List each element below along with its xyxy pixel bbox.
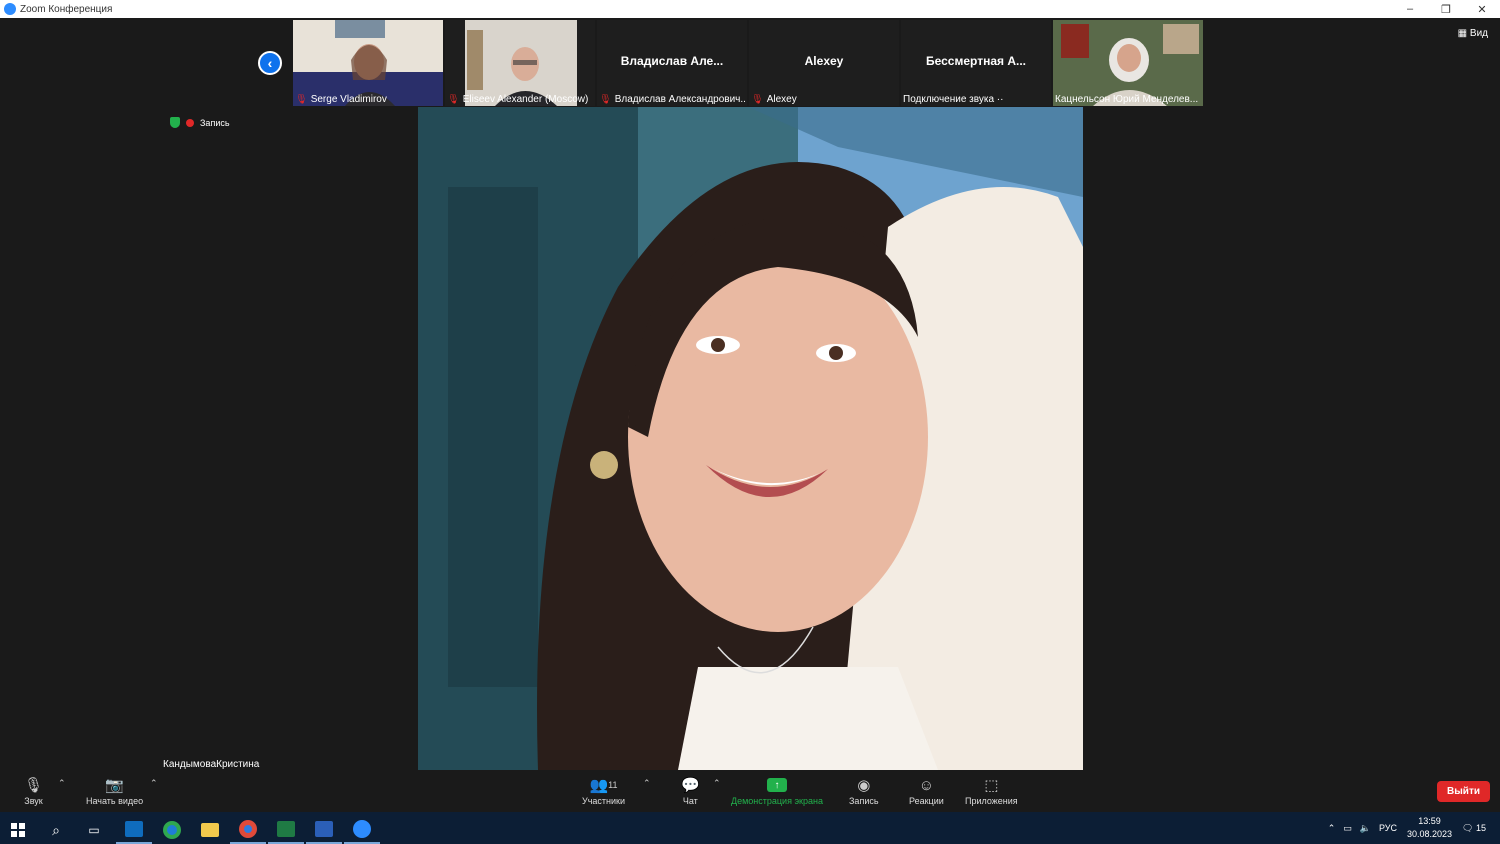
record-button[interactable]: ◉ Запись	[849, 774, 879, 806]
participants-strip: 🎙 Serge Vladimirov 🎙 Eliseev Alexander (Mo…	[293, 20, 1203, 106]
mic-muted-icon: 🎙	[751, 94, 764, 105]
window-title: Zoom Конференция	[20, 3, 113, 15]
audio-button[interactable]: 🎙 Звук	[24, 774, 43, 806]
participant-tile[interactable]: Владислав Але... 🎙 Владислав Александрови…	[597, 20, 747, 106]
share-screen-label: Демонстрация экрана	[731, 796, 823, 806]
excel-app[interactable]	[268, 816, 304, 844]
participant-display-name: Бессмертная А...	[925, 54, 1026, 68]
zoom-icon	[353, 820, 371, 838]
video-label: Начать видео	[86, 796, 144, 806]
edge-icon	[163, 821, 181, 839]
chat-button[interactable]: 💬 Чат	[681, 774, 700, 806]
title-bar: Zoom Конференция – ❐ ✕	[0, 0, 1500, 18]
leave-button[interactable]: Выйти	[1437, 781, 1490, 802]
file-explorer-app[interactable]	[192, 816, 228, 844]
excel-icon	[277, 821, 295, 837]
notifications-count: 15	[1475, 822, 1486, 833]
clock[interactable]: 13:59 30.08.2023	[1407, 815, 1452, 841]
participant-name: Подключение звука ··	[903, 94, 1004, 105]
volume-icon[interactable]: 🔈	[1360, 823, 1371, 834]
speaker-video-frame	[418, 107, 1083, 770]
share-screen-icon: ↑	[766, 778, 787, 792]
chat-icon: 💬	[681, 777, 700, 794]
apps-icon: ⬚	[984, 777, 999, 794]
participants-count: 11	[608, 780, 618, 790]
word-app[interactable]	[306, 816, 342, 844]
chat-label: Чат	[682, 796, 698, 806]
chat-options-caret[interactable]: ⌃	[713, 778, 721, 789]
zoom-app[interactable]	[344, 816, 380, 844]
previous-page-button[interactable]: ‹	[258, 51, 282, 75]
chrome-icon	[239, 820, 257, 838]
participants-icon: 👥	[589, 777, 609, 794]
windows-taskbar: ⌕ ▭ ⌃ ▭ 🔈 РУС 13:59 30.08.2023 🗨 15	[0, 812, 1500, 844]
tray-overflow-icon[interactable]: ⌃	[1328, 823, 1336, 834]
folder-icon	[201, 823, 219, 837]
apps-button[interactable]: ⬚ Приложения	[965, 774, 1018, 806]
mic-muted-icon: 🎙	[599, 94, 612, 105]
outlook-app[interactable]	[116, 816, 152, 844]
notifications-button[interactable]: 🗨 15	[1462, 823, 1486, 834]
active-speaker-video	[418, 107, 1083, 770]
chrome-app[interactable]	[230, 816, 266, 844]
network-icon[interactable]: ▭	[1343, 823, 1352, 834]
system-tray: ⌃ ▭ 🔈 РУС 13:59 30.08.2023 🗨 15	[1328, 812, 1500, 844]
participant-tile[interactable]: 🎙 Eliseev Alexander (Moscow)	[445, 20, 595, 106]
zoom-app-icon	[4, 3, 16, 15]
audio-label: Звук	[24, 796, 43, 806]
restore-button[interactable]: ❐	[1428, 0, 1464, 18]
video-off-icon: 📷	[105, 777, 124, 794]
recording-label: Запись	[200, 117, 230, 128]
share-screen-button[interactable]: ↑ Демонстрация экрана	[731, 774, 823, 806]
participant-tile[interactable]: Кацнельсон Юрий Менделев...	[1053, 20, 1203, 106]
microphone-icon: 🎙	[24, 777, 44, 794]
reactions-label: Реакции	[909, 796, 944, 806]
start-video-button[interactable]: 📷 Начать видео	[86, 774, 143, 806]
windows-logo-icon	[11, 823, 25, 837]
clock-time: 13:59	[1418, 816, 1441, 826]
participants-button[interactable]: 👥 11 Участники	[582, 774, 625, 806]
minimize-button[interactable]: –	[1392, 0, 1428, 18]
participant-tile[interactable]: Бессмертная А... Подключение звука ··	[901, 20, 1051, 106]
meeting-toolbar: 🎙 Звук ⌃ 📷 Начать видео ⌃ 👥 11 Участники…	[0, 770, 1500, 812]
participants-options-caret[interactable]: ⌃	[643, 778, 651, 789]
video-options-caret[interactable]: ⌃	[150, 778, 158, 789]
search-icon: ⌕	[52, 821, 60, 838]
edge-app[interactable]	[154, 816, 190, 844]
mic-muted-icon: 🎙	[295, 94, 308, 105]
close-button[interactable]: ✕	[1464, 0, 1500, 18]
task-view-icon: ▭	[88, 823, 100, 837]
task-view-button[interactable]: ▭	[76, 816, 112, 844]
windows-start-button[interactable]	[0, 816, 36, 844]
recording-icon	[186, 118, 194, 127]
view-button[interactable]: ▦ Вид	[1458, 28, 1488, 39]
participant-display-name: Владислав Але...	[620, 54, 724, 68]
participant-name: Alexey	[766, 94, 797, 105]
participant-name: Serge Vladimirov	[310, 94, 387, 105]
mic-muted-icon: 🎙	[447, 94, 460, 105]
outlook-icon	[125, 821, 143, 837]
participant-tile[interactable]: Alexey 🎙 Alexey	[749, 20, 899, 106]
record-label: Запись	[849, 796, 879, 806]
record-icon: ◉	[857, 777, 871, 794]
reactions-icon: ☺	[918, 776, 935, 794]
participant-tile[interactable]: 🎙 Serge Vladimirov	[293, 20, 443, 106]
participant-name: Владислав Александрович...	[614, 94, 745, 105]
clock-date: 30.08.2023	[1407, 829, 1453, 839]
participants-label: Участники	[582, 796, 625, 806]
apps-label: Приложения	[965, 796, 1018, 806]
shield-icon[interactable]	[170, 117, 180, 128]
word-icon	[315, 821, 333, 837]
language-indicator[interactable]: РУС	[1379, 823, 1397, 833]
participant-display-name: Alexey	[804, 54, 844, 68]
audio-options-caret[interactable]: ⌃	[58, 778, 66, 789]
participant-name: Кацнельсон Юрий Менделев...	[1055, 94, 1199, 105]
view-label: Вид	[1469, 28, 1488, 39]
meeting-stage: ‹ 🎙 Serge Vladimirov 🎙 Eliseev Alexander…	[0, 18, 1500, 772]
search-button[interactable]: ⌕	[38, 816, 74, 844]
participant-name: Eliseev Alexander (Moscow)	[462, 94, 589, 105]
reactions-button[interactable]: ☺ Реакции	[909, 774, 944, 807]
